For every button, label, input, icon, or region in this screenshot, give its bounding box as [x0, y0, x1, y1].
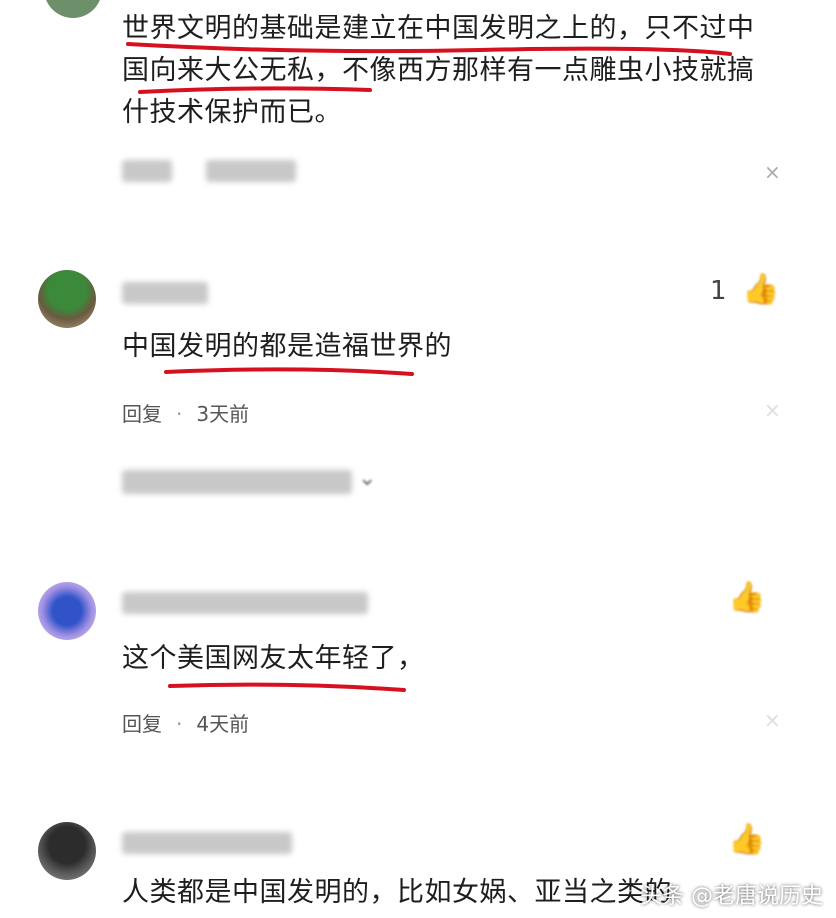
- close-icon[interactable]: ×: [764, 708, 781, 732]
- avatar[interactable]: [38, 582, 96, 640]
- timestamp: [206, 160, 296, 182]
- like-count-value: 1: [710, 276, 727, 306]
- thumbs-up-icon[interactable]: 👍: [728, 580, 765, 615]
- avatar[interactable]: [38, 270, 96, 328]
- like-count: 1: [710, 276, 727, 306]
- comment-text: 人类都是中国发明的，比如女娲、亚当之类的: [122, 877, 672, 908]
- thumbs-up-icon[interactable]: 👍: [728, 822, 765, 857]
- red-underline: [164, 367, 414, 376]
- watermark: 头条 @老唐说历史: [640, 884, 823, 909]
- reply-link[interactable]: 回复: [122, 402, 162, 426]
- meta-row: 回复 · 3天前: [122, 398, 249, 427]
- reply-link[interactable]: [122, 160, 172, 182]
- username[interactable]: [122, 592, 368, 614]
- separator-dot: ·: [176, 402, 183, 426]
- meta-row: 回复 · 4天前: [122, 708, 249, 737]
- separator-dot: ·: [176, 712, 183, 736]
- close-icon[interactable]: ×: [764, 160, 781, 184]
- username[interactable]: [122, 832, 292, 854]
- timestamp: 3天前: [196, 402, 250, 426]
- view-replies-link[interactable]: [122, 470, 352, 494]
- avatar[interactable]: [38, 822, 96, 880]
- reply-link[interactable]: 回复: [122, 712, 162, 736]
- username[interactable]: [122, 282, 208, 304]
- red-underline: [126, 42, 732, 94]
- comment-text: 这个美国网友太年轻了，: [122, 643, 425, 674]
- timestamp: 4天前: [196, 712, 250, 736]
- close-icon[interactable]: ×: [764, 398, 781, 422]
- red-underline: [168, 682, 406, 692]
- chevron-down-icon[interactable]: ⌄: [358, 466, 376, 491]
- thumbs-up-icon[interactable]: 👍: [742, 272, 779, 307]
